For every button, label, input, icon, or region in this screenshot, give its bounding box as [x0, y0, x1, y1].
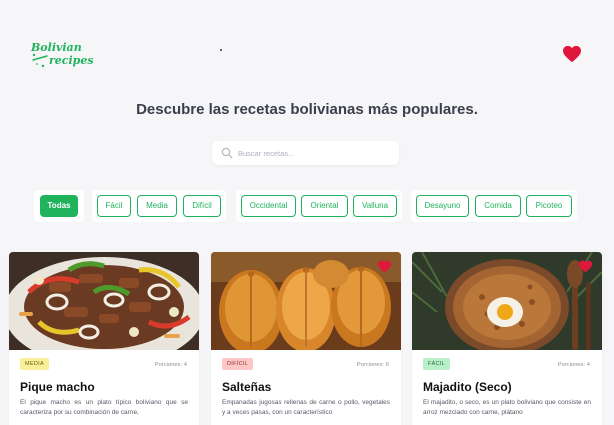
- filter-chip-picoteo[interactable]: Picoteo: [526, 195, 572, 217]
- recipe-card[interactable]: MEDIA Porciones: 4 Pique macho El pique …: [9, 252, 199, 425]
- filter-chip-todas[interactable]: Todas: [40, 195, 78, 217]
- recipe-description: Empanadas jugosas rellenas de carne o po…: [222, 399, 390, 416]
- difficulty-badge: MEDIA: [20, 358, 49, 370]
- portions-label: Porciones: 6: [356, 362, 389, 368]
- recipe-description: El majadito, o seco, es un plato bolivia…: [423, 399, 591, 416]
- filter-chip-dificil[interactable]: Difícil: [183, 195, 221, 217]
- filter-chip-valluna[interactable]: Valluna: [353, 195, 397, 217]
- favorite-heart-icon[interactable]: [578, 260, 593, 273]
- recipe-title[interactable]: Salteñas: [222, 380, 271, 394]
- recipe-image-majadito: [412, 252, 602, 350]
- recipe-title[interactable]: Pique macho: [20, 380, 95, 394]
- portions-label: Porciones: 4: [154, 362, 187, 368]
- recipe-title[interactable]: Majadito (Seco): [423, 380, 512, 394]
- filter-group-difficulty: Fácil Media Difícil: [92, 190, 226, 222]
- recipe-image-saltenas: [211, 252, 401, 350]
- favorites-button[interactable]: [562, 45, 582, 63]
- heart-icon: [563, 45, 581, 63]
- filter-group-region: Occidental Oriental Valluna: [236, 190, 402, 222]
- loading-dot: [220, 49, 222, 51]
- difficulty-badge: DIFÍCIL: [222, 358, 254, 370]
- portions-label: Porciones: 4: [557, 362, 590, 368]
- recipe-description: El pique macho es un plato típico bolivi…: [20, 399, 188, 416]
- filter-group-all: Todas: [34, 190, 84, 222]
- filter-chip-facil[interactable]: Fácil: [97, 195, 131, 217]
- difficulty-badge: FÁCIL: [423, 358, 451, 370]
- filter-chip-desayuno[interactable]: Desayuno: [416, 195, 469, 217]
- page-title: Descubre las recetas bolivianas más popu…: [136, 101, 478, 118]
- filter-chip-oriental[interactable]: Oriental: [301, 195, 348, 217]
- bolivian-recipes-logo[interactable]: Bolivian recipes: [29, 38, 99, 70]
- recipe-card[interactable]: FÁCIL Porciones: 4 Majadito (Seco) El ma…: [412, 252, 602, 425]
- filter-chip-comida[interactable]: Comida: [475, 195, 521, 217]
- logo-line-1: Bolivian: [30, 41, 82, 54]
- site-header: Bolivian recipes: [0, 0, 614, 92]
- filter-group-meal: Desayuno Comida Picoteo: [411, 190, 577, 222]
- filter-chip-media[interactable]: Media: [137, 195, 177, 217]
- logo-line-2: recipes: [49, 54, 94, 67]
- favorite-heart-icon[interactable]: [377, 260, 392, 273]
- filter-chip-occidental[interactable]: Occidental: [241, 195, 296, 217]
- search-icon: [221, 147, 233, 159]
- search-input[interactable]: [238, 145, 393, 161]
- recipe-card[interactable]: DIFÍCIL Porciones: 6 Salteñas Empanadas …: [211, 252, 401, 425]
- search-bar: [212, 141, 399, 165]
- recipe-image-pique-macho: [9, 252, 199, 350]
